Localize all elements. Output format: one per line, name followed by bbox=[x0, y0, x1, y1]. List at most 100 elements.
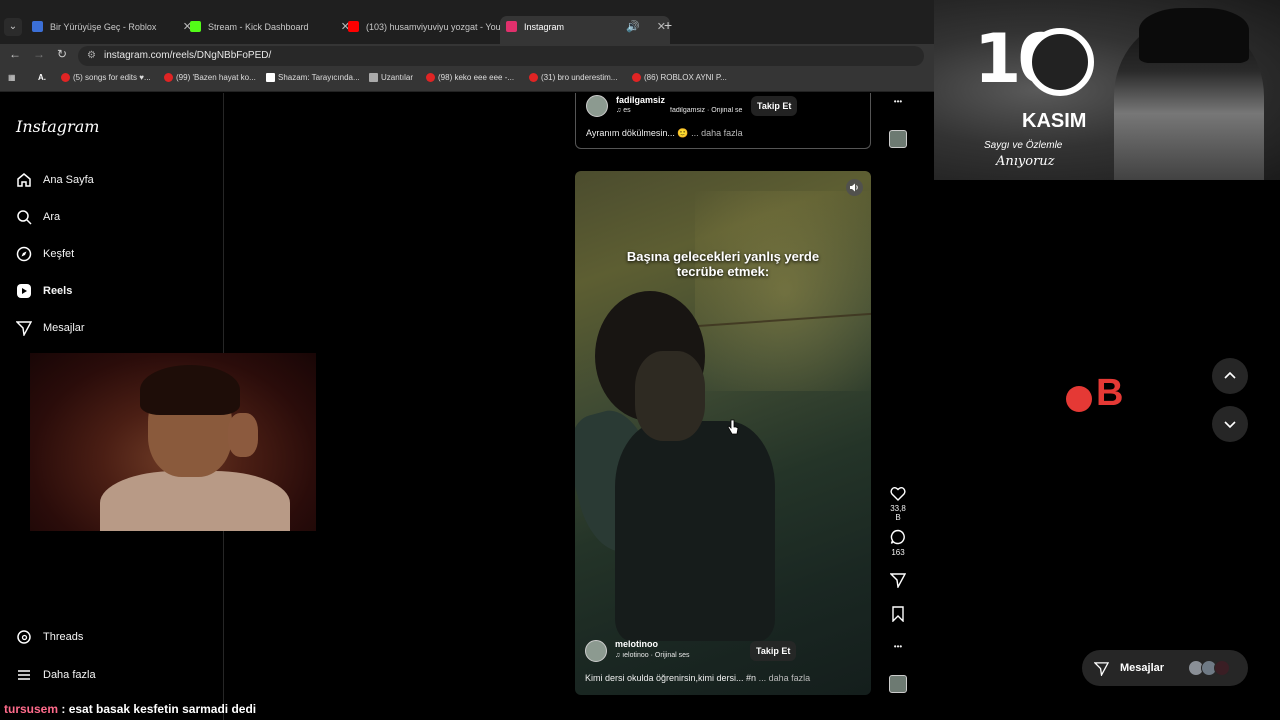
commemoration-banner: 10 KASIM Saygı ve Özlemle Anıyoruz bbox=[934, 0, 1280, 180]
like-button[interactable]: 33,8 B bbox=[888, 486, 908, 522]
new-tab-button[interactable]: + bbox=[664, 17, 672, 33]
speaker-icon[interactable]: 🔊 bbox=[626, 16, 640, 38]
home-icon bbox=[17, 173, 31, 187]
more-options-icon[interactable]: ••• bbox=[888, 97, 908, 106]
nav-threads[interactable]: Threads bbox=[16, 626, 83, 648]
tab-strip: ⌄ Bir Yürüyüşe Geç - Roblox ✕ Stream - K… bbox=[0, 0, 934, 44]
comment-button[interactable]: 163 bbox=[888, 529, 908, 557]
url-text: instagram.com/reels/DNgNBbFoPED/ bbox=[104, 50, 272, 61]
audio-prefix: ♫ es bbox=[616, 107, 631, 114]
tab-kick[interactable]: Stream - Kick Dashboard ✕ bbox=[184, 16, 354, 38]
more-link[interactable]: ... daha fazla bbox=[759, 673, 811, 683]
instagram-logo[interactable]: Instagram bbox=[16, 117, 99, 136]
youtube-icon bbox=[164, 73, 173, 82]
kick-icon bbox=[190, 21, 201, 32]
video-scene bbox=[615, 421, 775, 641]
apps-icon[interactable]: ▦ bbox=[8, 73, 16, 82]
site-info-icon[interactable]: ⚙ bbox=[87, 46, 96, 66]
send-icon bbox=[1094, 662, 1109, 676]
nav-search[interactable]: Ara bbox=[16, 206, 60, 228]
hand-cursor-icon bbox=[727, 419, 739, 435]
tab-title: Instagram bbox=[524, 22, 565, 32]
volume-button[interactable] bbox=[846, 179, 863, 196]
youtube-icon bbox=[61, 73, 70, 82]
search-icon bbox=[17, 210, 32, 225]
youtube-icon bbox=[348, 21, 359, 32]
webcam-person bbox=[100, 471, 290, 531]
chat-username: tursusem bbox=[4, 702, 59, 716]
tab-title: Stream - Kick Dashboard bbox=[208, 22, 309, 32]
comment-icon bbox=[890, 529, 905, 545]
menu-icon bbox=[18, 670, 30, 680]
bookmark-item[interactable]: (5) songs for edits ♥... bbox=[61, 73, 151, 82]
nav-home[interactable]: Ana Sayfa bbox=[16, 169, 94, 191]
reload-button[interactable]: ↻ bbox=[57, 47, 67, 61]
tab-youtube[interactable]: (103) husamviyuviyu yozgat - YouTube ✕ bbox=[342, 16, 512, 38]
messages-button[interactable]: Mesajlar bbox=[1082, 650, 1248, 686]
avatar[interactable] bbox=[585, 640, 607, 662]
avatar bbox=[1214, 660, 1230, 676]
audio-thumbnail[interactable] bbox=[889, 675, 907, 693]
kick-logo-icon: B bbox=[1096, 372, 1124, 414]
bookmark-item[interactable]: (31) bro underestim... bbox=[529, 73, 617, 82]
forward-button[interactable]: → bbox=[33, 47, 45, 61]
bookmarks-bar: ▦ A. (5) songs for edits ♥... (99) 'Baze… bbox=[0, 68, 934, 92]
portrait-image bbox=[1139, 8, 1249, 63]
video-scene bbox=[635, 351, 705, 441]
avatar[interactable] bbox=[586, 95, 608, 117]
follow-button[interactable]: Takip Et bbox=[750, 641, 797, 661]
webcam-person bbox=[140, 365, 240, 415]
nav-reels[interactable]: Reels bbox=[16, 280, 72, 302]
caption: Kimi dersi okulda öğrenirsin,kimi dersi.… bbox=[585, 673, 811, 683]
share-button[interactable] bbox=[888, 572, 908, 591]
more-link[interactable]: ... daha fazla bbox=[691, 128, 743, 138]
tab-search-button[interactable]: ⌄ bbox=[4, 18, 22, 36]
browser-window: ⌄ Bir Yürüyüşe Geç - Roblox ✕ Stream - K… bbox=[0, 0, 934, 720]
instagram-page: Instagram Ana Sayfa Ara Keşfet Reels Mes… bbox=[0, 93, 934, 720]
heart-icon bbox=[890, 487, 906, 501]
caption: Ayranım dökülmesin... 🙂 ... daha fazla bbox=[586, 128, 743, 138]
chat-text: : esat basak kesfetin sarmadi dedi bbox=[58, 702, 257, 716]
message-avatars bbox=[1188, 660, 1230, 676]
bookmark-item[interactable]: (86) ROBLOX AYNI P... bbox=[632, 73, 727, 82]
bookmark-a[interactable]: A. bbox=[38, 73, 46, 82]
more-options-icon[interactable]: ••• bbox=[888, 642, 908, 651]
clock-icon bbox=[1026, 28, 1094, 96]
send-icon bbox=[16, 321, 32, 336]
previous-reel-button[interactable] bbox=[1212, 358, 1248, 394]
audio-track[interactable]: ♫ ıelotinoo · Orijinal ses bbox=[615, 652, 690, 659]
speaker-icon bbox=[850, 183, 858, 192]
save-button[interactable] bbox=[888, 606, 908, 625]
bookmark-item[interactable]: (98) keko eee eee -... bbox=[426, 73, 514, 82]
reels-icon bbox=[17, 284, 31, 298]
tab-instagram[interactable]: Instagram 🔊 ✕ bbox=[500, 16, 670, 44]
reel-overlay-text: Başına gelecekleri yanlış yerde tecrübe … bbox=[626, 249, 820, 279]
follow-button[interactable]: Takip Et bbox=[751, 96, 798, 116]
username[interactable]: fadilgamsiz bbox=[616, 95, 665, 105]
bookmark-item[interactable]: (99) 'Bazen hayat ko... bbox=[164, 73, 256, 82]
reel-video[interactable]: Başına gelecekleri yanlış yerde tecrübe … bbox=[575, 171, 871, 695]
comment-count: 163 bbox=[891, 548, 905, 557]
tab-roblox[interactable]: Bir Yürüyüşe Geç - Roblox ✕ bbox=[26, 16, 196, 38]
banner-month: KASIM bbox=[1022, 110, 1087, 132]
back-button[interactable]: ← bbox=[9, 47, 21, 61]
extension-icon bbox=[369, 73, 378, 82]
nav-explore[interactable]: Keşfet bbox=[16, 243, 74, 265]
threads-icon bbox=[17, 630, 31, 644]
webcam-person bbox=[228, 413, 258, 457]
nav-messages[interactable]: Mesajlar bbox=[16, 317, 85, 339]
next-reel-button[interactable] bbox=[1212, 406, 1248, 442]
instagram-icon bbox=[506, 21, 517, 32]
audio-track[interactable]: fadilgamsiz · Orijinal se bbox=[670, 107, 750, 114]
previous-reel-footer: fadilgamsiz ♫ es fadilgamsiz · Orijinal … bbox=[575, 93, 871, 149]
nav-more[interactable]: Daha fazla bbox=[16, 664, 96, 686]
username[interactable]: melotinoo bbox=[615, 639, 658, 649]
bookmark-item[interactable]: Shazam: Tarayıcında... bbox=[266, 73, 360, 82]
address-bar[interactable]: ⚙ instagram.com/reels/DNgNBbFoPED/ bbox=[78, 46, 924, 66]
record-dot-icon bbox=[1066, 386, 1092, 412]
tab-title: (103) husamviyuviyu yozgat - YouTube bbox=[366, 22, 512, 32]
youtube-icon bbox=[632, 73, 641, 82]
stream-overlay-panel: 10 KASIM Saygı ve Özlemle Anıyoruz B Mes… bbox=[934, 0, 1280, 720]
bookmark-item[interactable]: Uzantılar bbox=[369, 73, 413, 82]
audio-thumbnail[interactable] bbox=[889, 130, 907, 148]
